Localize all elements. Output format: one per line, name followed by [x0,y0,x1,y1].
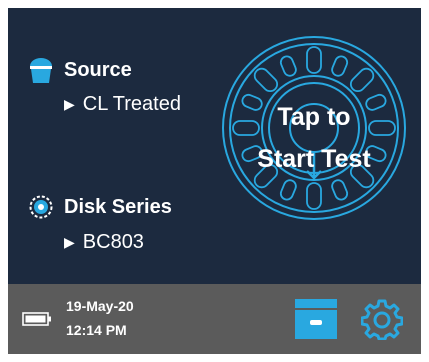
triangle-right-icon: ▶ [64,96,75,112]
status-bar: 19-May-20 12:14 PM [8,284,421,354]
battery-icon [22,312,51,326]
disk-series-heading: Disk Series [64,196,172,218]
date-text: 19-May-20 [66,298,134,314]
source-value: CL Treated [82,93,181,115]
bucket-icon [30,58,52,83]
device-screen: Source ▶ CL Treated Disk Series ▶ BC803 [8,8,421,354]
start-test-button[interactable]: Tap to Start Test [221,96,407,180]
date-time: 19-May-20 12:14 PM [66,294,134,342]
main-panel: Source ▶ CL Treated Disk Series ▶ BC803 [8,8,421,284]
start-test-line1: Tap to [277,103,351,131]
disk-icon [29,195,53,219]
disk-series-value: BC803 [82,231,144,253]
source-value-row[interactable]: ▶ CL Treated [64,93,181,116]
source-heading: Source [64,59,132,81]
time-text: 12:14 PM [66,322,127,338]
gear-icon[interactable] [361,298,403,340]
archive-box-icon[interactable] [294,298,338,340]
disk-series-value-row[interactable]: ▶ BC803 [64,231,144,254]
triangle-right-icon: ▶ [64,234,75,250]
start-test-line2: Start Test [257,145,371,173]
